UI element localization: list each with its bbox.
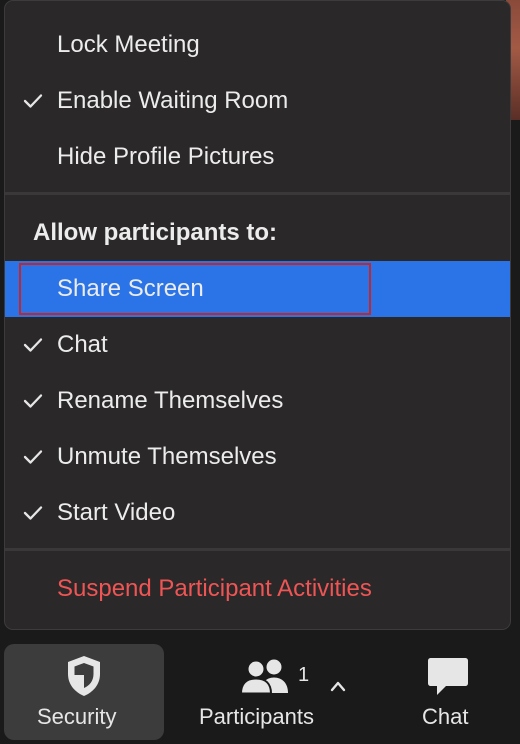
menu-item-share-screen[interactable]: Share Screen (5, 261, 510, 317)
participants-button[interactable]: 1 Participants (186, 644, 346, 740)
section-header: Allow participants to: (5, 205, 510, 261)
menu-divider (5, 192, 510, 195)
checkmark-icon (21, 373, 45, 429)
shield-icon (64, 654, 104, 704)
meeting-toolbar: Security 1 Participants Chat (0, 636, 520, 744)
speech-bubble-icon (427, 656, 469, 704)
checkmark-icon (21, 317, 45, 373)
section-header-label: Allow participants to: (33, 219, 278, 246)
chevron-up-icon[interactable] (330, 672, 346, 698)
menu-item-label: Share Screen (57, 275, 204, 302)
menu-item-label: Hide Profile Pictures (57, 143, 275, 170)
menu-item-hide-profile-pictures[interactable]: Hide Profile Pictures (5, 129, 510, 185)
menu-item-label: Start Video (57, 499, 176, 526)
menu-divider (5, 548, 510, 551)
menu-item-chat[interactable]: Chat (5, 317, 510, 373)
checkmark-icon (21, 485, 45, 541)
menu-item-enable-waiting-room[interactable]: Enable Waiting Room (5, 73, 510, 129)
participants-count-badge: 1 (298, 664, 310, 686)
checkmark-icon (21, 429, 45, 485)
menu-item-label: Chat (57, 331, 108, 358)
menu-item-lock-meeting[interactable]: Lock Meeting (5, 17, 510, 73)
menu-item-start-video[interactable]: Start Video (5, 485, 510, 541)
chat-label: Chat (422, 704, 469, 729)
menu-item-label: Rename Themselves (57, 387, 284, 414)
security-label: Security (37, 704, 117, 729)
security-button[interactable]: Security (4, 644, 164, 740)
menu-item-label: Lock Meeting (57, 31, 200, 58)
menu-item-label: Suspend Participant Activities (57, 575, 372, 602)
chat-button[interactable]: Chat (398, 644, 498, 740)
menu-item-suspend-participant-activities[interactable]: Suspend Participant Activities (5, 561, 510, 617)
menu-item-rename-themselves[interactable]: Rename Themselves (5, 373, 510, 429)
menu-item-label: Enable Waiting Room (57, 87, 289, 114)
people-icon (239, 658, 290, 700)
participants-label: Participants (199, 704, 314, 729)
menu-item-label: Unmute Themselves (57, 443, 277, 470)
security-menu: Lock Meeting Enable Waiting Room Hide Pr… (4, 0, 511, 630)
checkmark-icon (21, 73, 45, 129)
menu-item-unmute-themselves[interactable]: Unmute Themselves (5, 429, 510, 485)
